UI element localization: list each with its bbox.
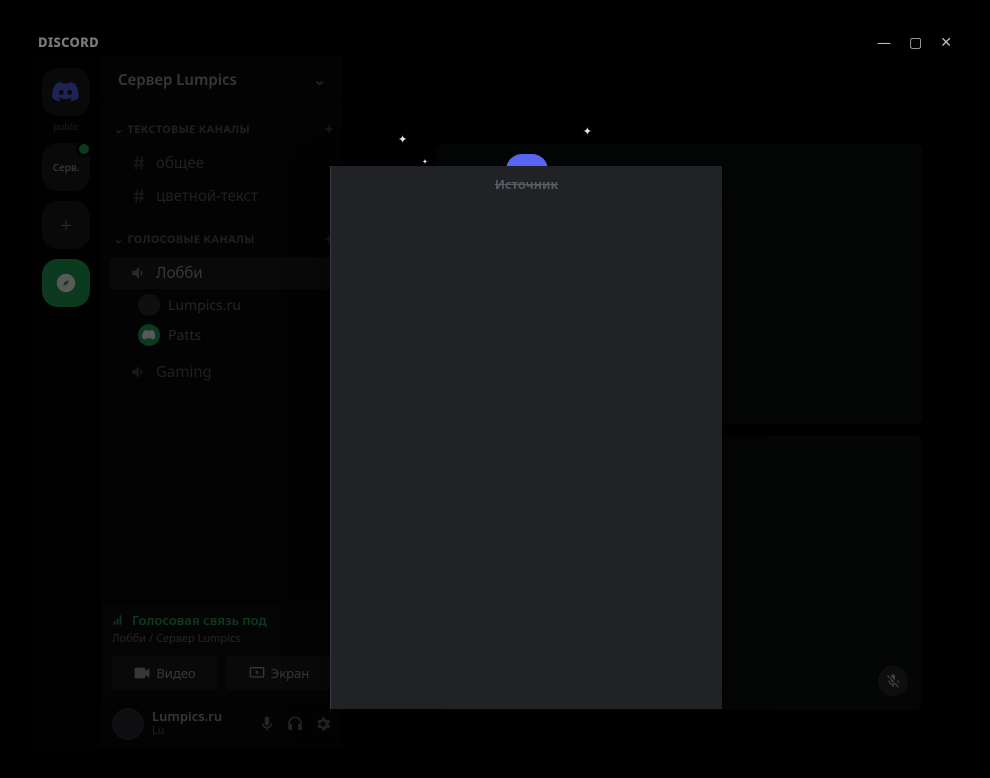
window-maximize-icon[interactable]: ▢: [909, 33, 922, 52]
res-source[interactable]: Источник: [346, 580, 510, 616]
app-wordmark: DISCORD: [38, 33, 99, 51]
window-close-icon[interactable]: ✕: [940, 33, 952, 52]
resolution-segments: 480 720 1080 Источник: [346, 580, 510, 616]
quality-options: РАЗРЕШЕНИЕ 480 720 1080 Источник ЧАСТОТА…: [330, 557, 722, 616]
screen-share-modal: ✕ ✦ ✦ ✦ Демонстрация экрана: [330, 166, 722, 709]
window-minimize-icon[interactable]: —: [877, 33, 891, 52]
titlebar: DISCORD — ▢ ✕: [30, 28, 960, 56]
